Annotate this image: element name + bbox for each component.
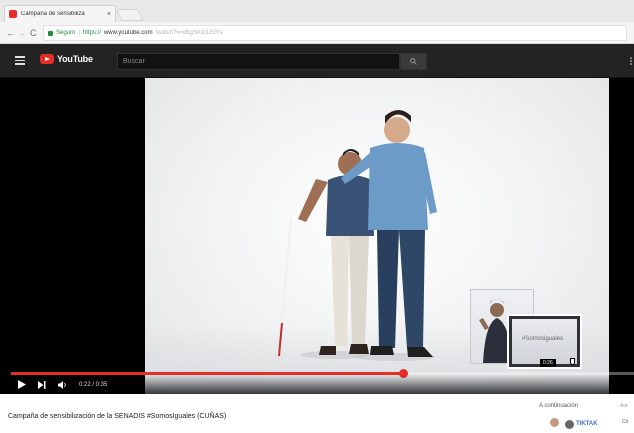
separator: | <box>78 30 80 36</box>
more-options-icon[interactable] <box>628 56 634 66</box>
youtube-header: YouTube Buscar <box>0 44 634 78</box>
suggestion-thumbnail[interactable] <box>550 418 559 427</box>
url-path: /watch?v=d6gSmGLEfYs <box>155 30 223 36</box>
player-controls: 0:22 / 0:35 <box>0 375 634 394</box>
new-tab-button[interactable] <box>116 9 144 21</box>
url-host: www.youtube.com <box>103 30 153 36</box>
browser-tab-bar: Campaña de sensibiliza × <box>0 0 634 22</box>
search-input[interactable]: Buscar <box>117 53 400 70</box>
up-next-heading: A continuación <box>539 403 579 409</box>
back-button[interactable]: ← <box>6 27 15 39</box>
youtube-favicon-icon <box>9 10 17 18</box>
search-icon <box>410 58 417 65</box>
mouse-cursor-icon <box>570 358 575 365</box>
search-button[interactable] <box>400 53 427 70</box>
time-display: 0:22 / 0:35 <box>79 381 108 388</box>
url-scheme: https:// <box>82 30 101 36</box>
close-tab-icon[interactable]: × <box>107 11 111 18</box>
thumbnail-text: #Somosiguales <box>522 336 564 342</box>
browser-tab[interactable]: Campaña de sensibiliza × <box>4 5 116 22</box>
menu-icon[interactable] <box>15 56 25 65</box>
youtube-logo[interactable]: YouTube <box>40 54 93 64</box>
search-placeholder: Buscar <box>123 58 145 65</box>
autoplay-label[interactable]: Aut <box>620 403 628 409</box>
suggestion-brand-text[interactable]: TIKTAK <box>576 421 598 427</box>
video-title: Campaña de sensibilización de la SENADIS… <box>8 413 227 420</box>
lock-icon <box>48 30 53 36</box>
forward-button[interactable]: → <box>17 27 26 39</box>
youtube-play-logo-icon <box>40 54 54 64</box>
address-bar[interactable]: Seguro | https:// www.youtube.com /watch… <box>43 25 627 41</box>
thumbnail-time: 0:26 <box>540 359 556 367</box>
play-icon[interactable] <box>18 380 26 389</box>
suggestion-channel-avatar[interactable] <box>565 420 574 429</box>
suggestion-title[interactable]: Có <box>622 419 628 425</box>
video-preview-thumbnail[interactable]: #Somosiguales 0:26 <box>507 314 582 369</box>
secure-label: Seguro <box>56 30 76 36</box>
tab-title: Campaña de sensibiliza <box>21 11 85 17</box>
browser-toolbar: ← → C Seguro | https:// www.youtube.com … <box>0 22 634 44</box>
video-player[interactable]: #Somosiguales 0:26 0:22 / 0:35 <box>0 78 634 394</box>
next-icon[interactable] <box>38 380 46 389</box>
logo-text: YouTube <box>57 54 93 64</box>
volume-icon[interactable] <box>58 380 67 389</box>
reload-button[interactable]: C <box>30 27 37 39</box>
